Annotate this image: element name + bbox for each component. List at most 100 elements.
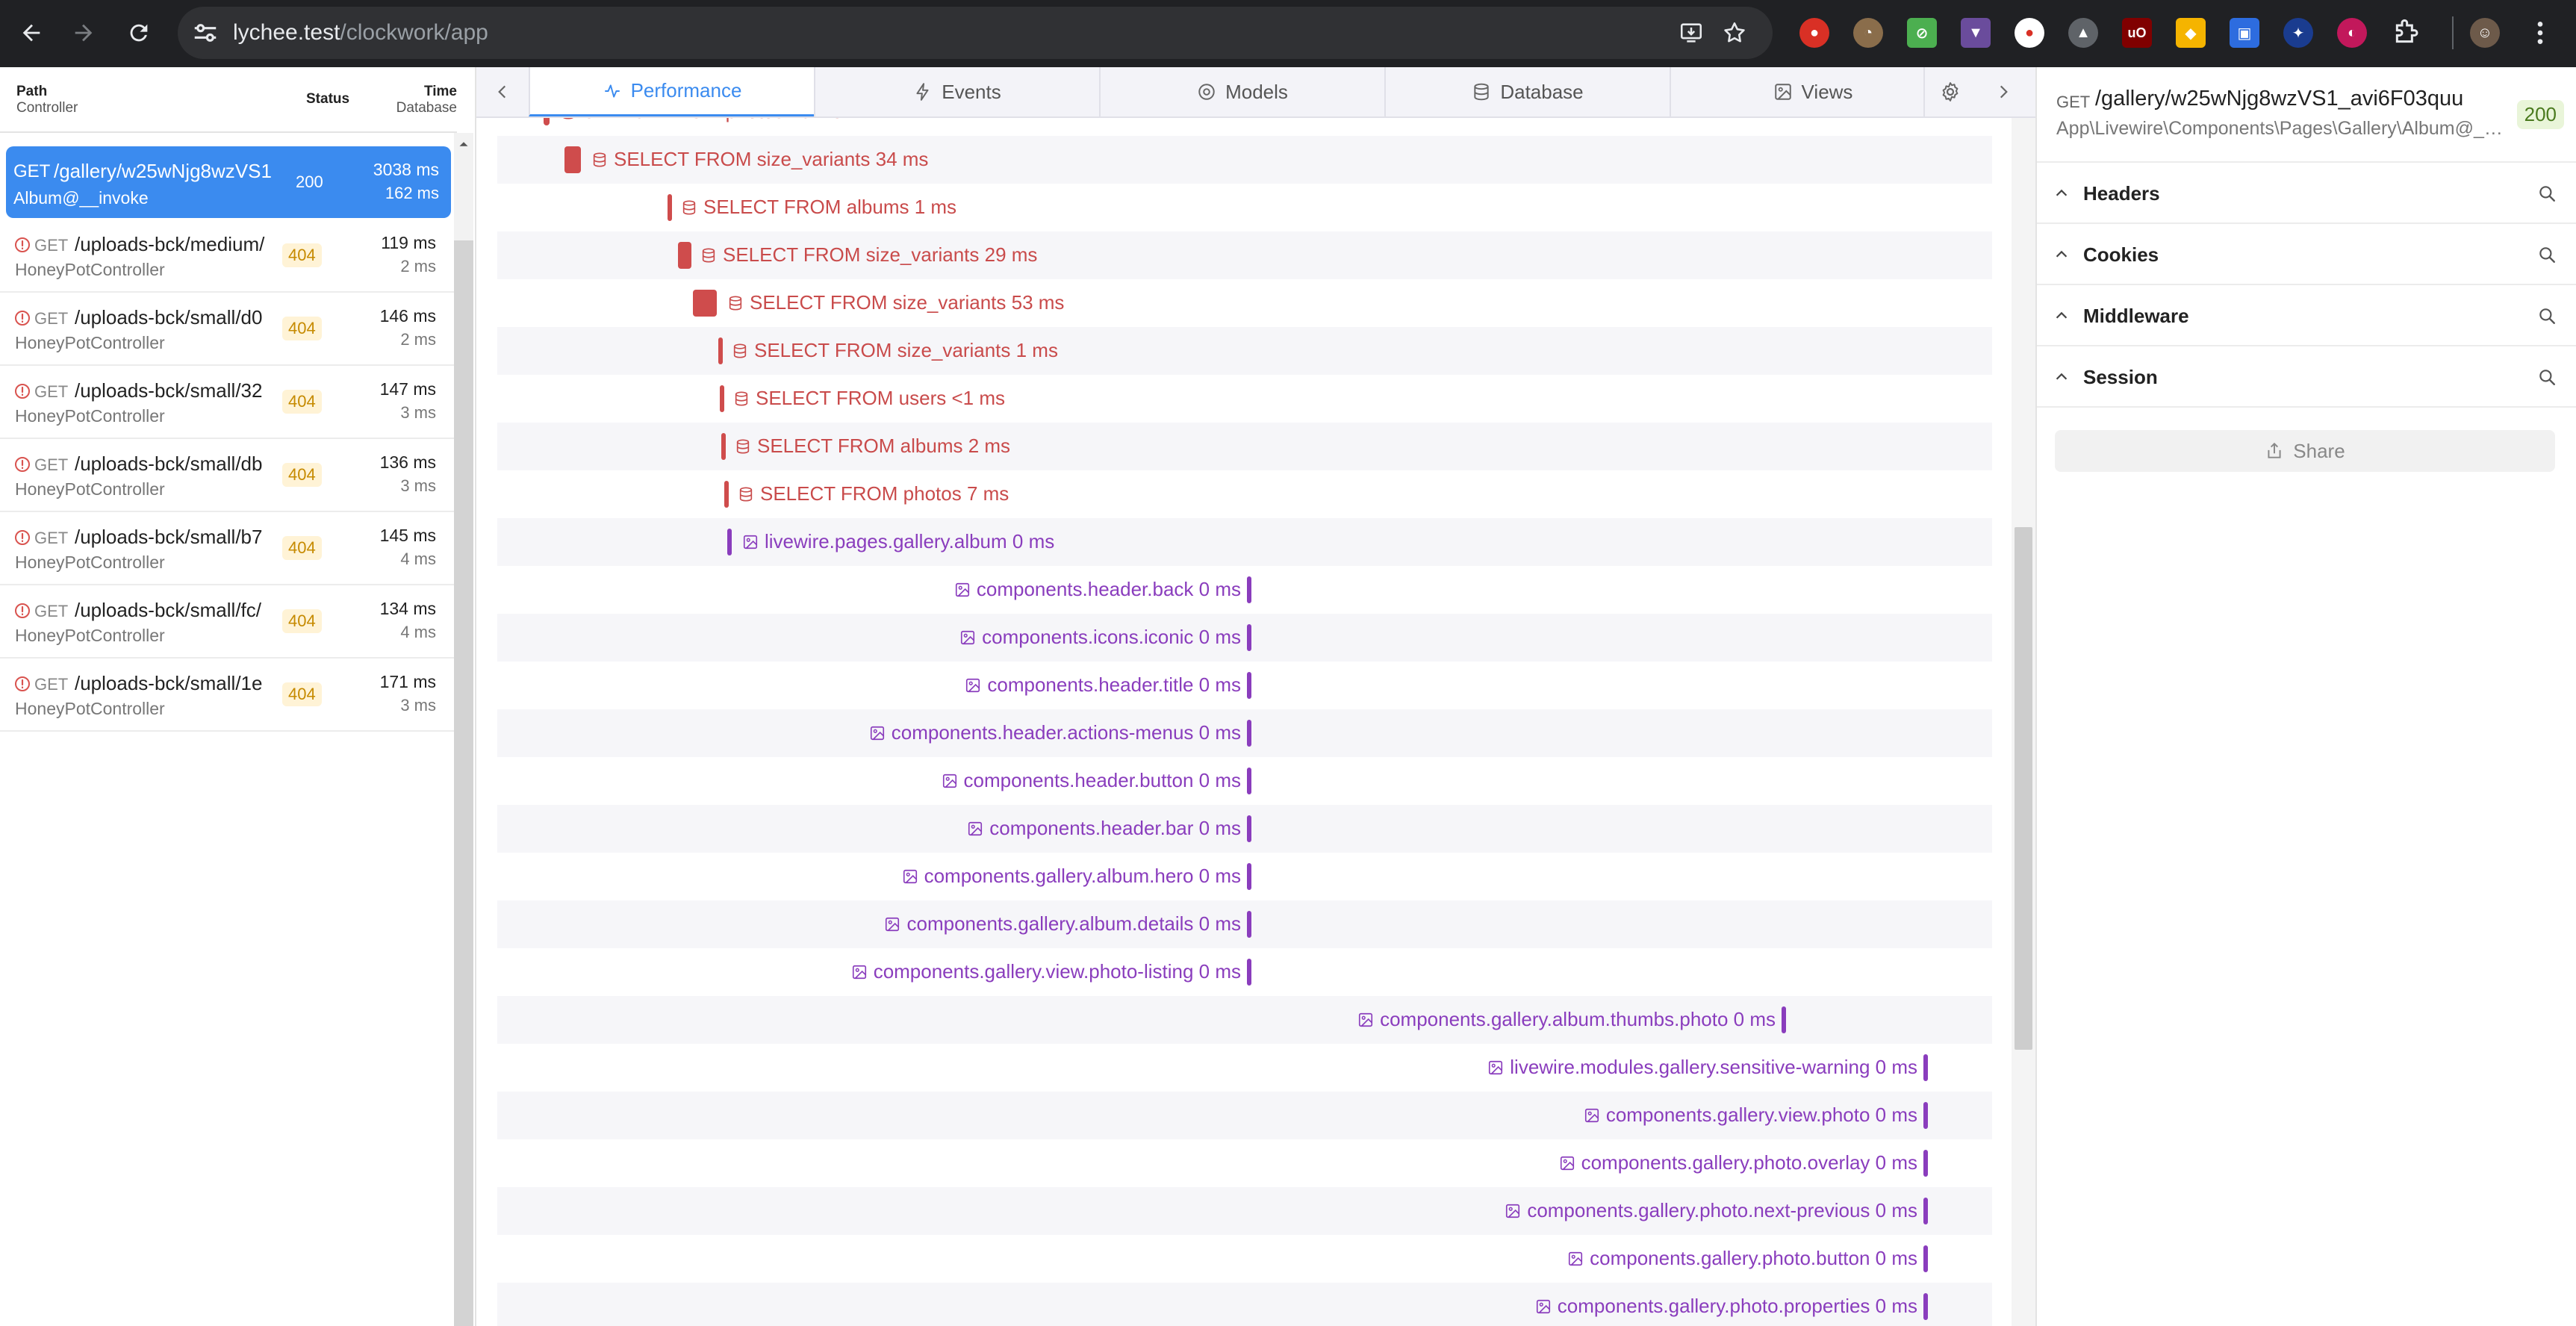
request-list-scroll-thumb[interactable] [454, 240, 473, 1326]
timeline-row[interactable]: livewire.pages.gallery.album 0 ms [497, 518, 1992, 566]
search-icon[interactable] [2537, 306, 2557, 326]
view-bar [1247, 672, 1251, 699]
timeline-row[interactable]: components.gallery.view.photo-listing 0 … [497, 948, 1992, 996]
column-status[interactable]: Status [306, 91, 349, 108]
extension-icon-3[interactable]: ⊘ [1907, 18, 1937, 48]
request-row[interactable]: GET/uploads-bck/small/db HoneyPotControll… [0, 439, 457, 512]
timeline-row[interactable]: components.header.button 0 ms [497, 757, 1992, 805]
forward-button[interactable] [63, 12, 105, 54]
share-label: Share [2293, 439, 2345, 462]
timeline-row[interactable]: SELECT FROM albums 1 ms [497, 184, 1992, 231]
request-row-selected[interactable]: GET/gallery/w25wNjg8wzVS1 Album@__invoke 2… [6, 146, 451, 218]
timeline-row[interactable]: SELECT FROM size_variants 53 ms [497, 279, 1992, 327]
timeline-row[interactable]: SELECT FROM photos 43 ms [497, 118, 1992, 136]
request-time: 146 ms [379, 306, 436, 326]
image-icon [1506, 1204, 1520, 1218]
timeline-row[interactable]: SELECT FROM albums 2 ms [497, 423, 1992, 470]
install-app-icon[interactable] [1679, 20, 1704, 46]
extension-icon-5[interactable]: ● [2015, 18, 2044, 48]
avatar[interactable]: ☺ [2470, 18, 2500, 48]
request-row[interactable]: GET/uploads-bck/small/d0 HoneyPotControll… [0, 293, 457, 366]
tab-label: Performance [630, 79, 742, 102]
timeline-row[interactable]: SELECT FROM size_variants 34 ms [497, 136, 1992, 184]
timeline-row[interactable]: components.gallery.photo.overlay 0 ms [497, 1139, 1992, 1187]
bookmark-star-icon[interactable] [1722, 20, 1747, 46]
timeline-row[interactable]: SELECT FROM users <1 ms [497, 375, 1992, 423]
extension-icon-9[interactable]: ▣ [2230, 18, 2259, 48]
tab-performance[interactable]: Performance [529, 67, 814, 116]
timeline-label-text: components.header.actions-menus 0 ms [891, 721, 1241, 744]
timeline-row[interactable]: SELECT FROM size_variants 29 ms [497, 231, 1992, 279]
section-middleware[interactable]: Middleware [2037, 285, 2576, 346]
extension-icon-1[interactable]: ● [1799, 18, 1829, 48]
extension-icon-8[interactable]: ◆ [2176, 18, 2206, 48]
query-bar [678, 242, 691, 269]
settings-button[interactable] [1923, 67, 1976, 116]
section-headers[interactable]: Headers [2037, 163, 2576, 224]
timeline-row[interactable]: SELECT FROM size_variants 1 ms [497, 327, 1992, 375]
view-bar [1923, 1245, 1928, 1272]
extension-icon-4[interactable]: ▼ [1961, 18, 1991, 48]
tab-label: Database [1500, 80, 1584, 103]
request-summary: GET /gallery/w25wNjg8wzVS1_avi6F03quu Ap… [2037, 67, 2576, 163]
extension-icon-2[interactable]: ◔ [1853, 18, 1883, 48]
tab-models[interactable]: Models [1099, 67, 1384, 116]
search-icon[interactable] [2537, 184, 2557, 203]
scroll-up-icon[interactable] [455, 136, 472, 152]
column-time[interactable]: Time [396, 84, 457, 100]
tab-views[interactable]: Views [1670, 67, 1955, 116]
reload-button[interactable] [118, 12, 160, 54]
timeline-row[interactable]: components.gallery.photo.properties 0 ms [497, 1283, 1992, 1326]
timeline-row[interactable]: livewire.modules.gallery.sensitive-warni… [497, 1044, 1992, 1092]
section-session[interactable]: Session [2037, 346, 2576, 408]
timeline-row[interactable]: components.gallery.photo.next-previous 0… [497, 1187, 1992, 1235]
chevron-up-icon [2056, 189, 2068, 196]
share-button[interactable]: Share [2055, 430, 2555, 472]
request-path: /uploads-bck/small/32 [75, 379, 263, 402]
tab-database[interactable]: Database [1384, 67, 1670, 116]
browser-toolbar: lychee.test/clockwork/app ● ◔ ⊘ ▼ ● ▲ uO… [0, 0, 2576, 67]
tab-label: Events [942, 80, 1001, 103]
request-row[interactable]: GET/uploads-bck/small/b7 HoneyPotControll… [0, 512, 457, 585]
performance-timeline: SELECT FROM photos 43 ms SELECT FROM size… [497, 118, 1992, 1326]
request-row[interactable]: GET/uploads-bck/medium/HoneyPotControlle… [0, 220, 457, 293]
timeline-row[interactable]: components.header.title 0 ms [497, 662, 1992, 709]
column-path[interactable]: Path [16, 84, 78, 100]
back-button[interactable] [10, 12, 52, 54]
tab-scroll-left-button[interactable] [476, 67, 529, 116]
tab-scroll-right-button[interactable] [1977, 67, 2029, 116]
view-bar [1247, 624, 1251, 651]
url-text[interactable]: lychee.test/clockwork/app [233, 7, 488, 59]
request-row[interactable]: GET/uploads-bck/small/fc/HoneyPotControl… [0, 585, 457, 659]
timeline-row[interactable]: components.gallery.view.photo 0 ms [497, 1092, 1992, 1139]
timeline-label-text: components.gallery.album.hero 0 ms [924, 865, 1241, 887]
search-icon[interactable] [2537, 245, 2557, 264]
request-path: /uploads-bck/small/b7 [75, 526, 263, 548]
timeline-row[interactable]: components.header.bar 0 ms [497, 805, 1992, 853]
puzzle-icon[interactable] [2391, 18, 2421, 48]
timeline-row[interactable]: components.header.actions-menus 0 ms [497, 709, 1992, 757]
menu-icon[interactable] [2525, 18, 2555, 48]
extension-icon-6[interactable]: ▲ [2068, 18, 2098, 48]
timeline-row[interactable]: SELECT FROM photos 7 ms [497, 470, 1992, 518]
extension-icon-11[interactable]: ◐ [2337, 18, 2367, 48]
site-info-icon[interactable] [191, 19, 220, 47]
status-badge: 200 [2516, 100, 2564, 129]
extension-icon-10[interactable]: ✦ [2283, 18, 2313, 48]
request-row[interactable]: GET/uploads-bck/small/1e HoneyPotControll… [0, 659, 457, 732]
address-bar[interactable]: lychee.test/clockwork/app [178, 7, 1773, 59]
extension-icon-ublock[interactable]: uO [2122, 18, 2152, 48]
timeline-row[interactable]: components.gallery.album.details 0 ms [497, 900, 1992, 948]
timeline-row[interactable]: components.gallery.album.thumbs.photo 0 … [497, 996, 1992, 1044]
timeline-scroll-thumb[interactable] [2015, 527, 2032, 1050]
timeline-row[interactable]: components.gallery.photo.button 0 ms [497, 1235, 1992, 1283]
tab-events[interactable]: Events [814, 67, 1099, 116]
timeline-row[interactable]: components.header.back 0 ms [497, 566, 1992, 614]
request-row[interactable]: GET/uploads-bck/small/32 HoneyPotControll… [0, 366, 457, 439]
request-method: GET [34, 675, 69, 694]
timeline-label: SELECT FROM size_variants 29 ms [700, 243, 1037, 267]
section-cookies[interactable]: Cookies [2037, 224, 2576, 285]
timeline-row[interactable]: components.icons.iconic 0 ms [497, 614, 1992, 662]
timeline-row[interactable]: components.gallery.album.hero 0 ms [497, 853, 1992, 900]
search-icon[interactable] [2537, 367, 2557, 387]
